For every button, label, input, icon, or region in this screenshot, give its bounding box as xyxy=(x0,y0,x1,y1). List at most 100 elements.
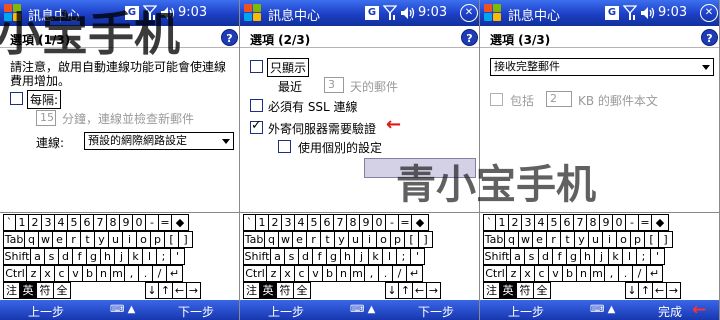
key-k[interactable]: k xyxy=(609,248,623,265)
key-i[interactable]: i xyxy=(603,231,617,248)
key-i[interactable]: i xyxy=(123,231,137,248)
key-o[interactable]: o xyxy=(377,231,391,248)
key-5[interactable]: 5 xyxy=(68,214,81,231)
key-0[interactable]: 0 xyxy=(373,214,386,231)
key-special-11[interactable]: ' xyxy=(651,248,665,265)
key-special-0[interactable]: 注 xyxy=(3,282,20,299)
clock[interactable]: 9:03 xyxy=(658,5,687,20)
key-special-6[interactable]: ← xyxy=(653,282,667,299)
key-special-0[interactable]: Shift xyxy=(243,248,271,265)
key-special-4[interactable]: ↓ xyxy=(625,282,639,299)
key-special-11[interactable]: [ xyxy=(405,231,419,248)
key-9[interactable]: 9 xyxy=(600,214,613,231)
ssl-checkbox[interactable] xyxy=(250,99,263,112)
clock[interactable]: 9:03 xyxy=(418,5,447,20)
key-n[interactable]: n xyxy=(97,265,111,282)
key-e[interactable]: e xyxy=(533,231,547,248)
key-v[interactable]: v xyxy=(549,265,563,282)
key-special-10[interactable]: ; xyxy=(397,248,411,265)
clock[interactable]: 9:03 xyxy=(178,5,207,20)
key-l[interactable]: l xyxy=(143,248,157,265)
key-f[interactable]: f xyxy=(313,248,327,265)
key-y[interactable]: y xyxy=(575,231,589,248)
key-6[interactable]: 6 xyxy=(321,214,334,231)
recent-days-input[interactable]: 3 xyxy=(324,77,344,93)
key-h[interactable]: h xyxy=(581,248,595,265)
every-label[interactable]: 每隔: xyxy=(26,90,62,109)
key-special-0[interactable]: Shift xyxy=(483,248,511,265)
key-special-12[interactable]: = xyxy=(639,214,652,231)
key-4[interactable]: 4 xyxy=(295,214,308,231)
key-special-0[interactable]: 注 xyxy=(483,282,500,299)
key-j[interactable]: j xyxy=(115,248,129,265)
key-v[interactable]: v xyxy=(69,265,83,282)
kb-input[interactable]: 2 xyxy=(546,91,572,107)
key-l[interactable]: l xyxy=(383,248,397,265)
back-softkey[interactable]: 上一步 xyxy=(508,303,544,320)
outgoing-auth-checkbox[interactable] xyxy=(250,118,263,134)
key-q[interactable]: q xyxy=(505,231,519,248)
key-special-11[interactable]: ' xyxy=(171,248,185,265)
every-minutes-input[interactable]: 15 xyxy=(36,110,56,126)
key-special-12[interactable]: ] xyxy=(419,231,433,248)
connection-dropdown[interactable]: 預設的網際網路設定 xyxy=(84,132,234,150)
key-special-10[interactable]: ; xyxy=(157,248,171,265)
key-n[interactable]: n xyxy=(337,265,351,282)
key-special-10[interactable]: ; xyxy=(637,248,651,265)
key-t[interactable]: t xyxy=(81,231,95,248)
key-special-11[interactable]: [ xyxy=(165,231,179,248)
key-special-6[interactable]: ← xyxy=(413,282,427,299)
key-r[interactable]: r xyxy=(67,231,81,248)
key-special-11[interactable]: ' xyxy=(411,248,425,265)
key-x[interactable]: x xyxy=(281,265,295,282)
volume-icon[interactable] xyxy=(640,5,656,21)
key-q[interactable]: q xyxy=(265,231,279,248)
key-special-5[interactable]: ↑ xyxy=(399,282,413,299)
key-1[interactable]: 1 xyxy=(496,214,509,231)
key-special-8[interactable]: , xyxy=(605,265,619,282)
key-m[interactable]: m xyxy=(351,265,365,282)
key-8[interactable]: 8 xyxy=(107,214,120,231)
key-special-13[interactable]: ◆ xyxy=(412,214,429,231)
key-m[interactable]: m xyxy=(111,265,125,282)
key-special-11[interactable]: - xyxy=(626,214,639,231)
key-special-9[interactable]: . xyxy=(139,265,153,282)
key-4[interactable]: 4 xyxy=(535,214,548,231)
download-dropdown[interactable]: 接收完整郵件 xyxy=(490,58,714,76)
key-special-4[interactable]: ↓ xyxy=(385,282,399,299)
key-p[interactable]: p xyxy=(631,231,645,248)
key-h[interactable]: h xyxy=(101,248,115,265)
key-q[interactable]: q xyxy=(25,231,39,248)
key-special-10[interactable]: / xyxy=(633,265,647,282)
key-special-8[interactable]: , xyxy=(365,265,379,282)
key-special-11[interactable]: - xyxy=(386,214,399,231)
key-special-10[interactable]: / xyxy=(153,265,167,282)
key-special-11[interactable]: ↵ xyxy=(167,265,183,282)
key-g[interactable]: g xyxy=(327,248,341,265)
key-z[interactable]: z xyxy=(27,265,41,282)
key-s[interactable]: s xyxy=(45,248,59,265)
back-softkey[interactable]: 上一步 xyxy=(28,303,64,320)
start-menu-icon[interactable] xyxy=(4,4,22,22)
key-8[interactable]: 8 xyxy=(347,214,360,231)
key-1[interactable]: 1 xyxy=(256,214,269,231)
key-special-3[interactable]: 全 xyxy=(54,282,71,299)
key-d[interactable]: d xyxy=(539,248,553,265)
key-special-5[interactable]: ↑ xyxy=(639,282,653,299)
key-7[interactable]: 7 xyxy=(94,214,107,231)
key-special-0[interactable]: 注 xyxy=(243,282,260,299)
key-a[interactable]: a xyxy=(511,248,525,265)
key-5[interactable]: 5 xyxy=(548,214,561,231)
only-show-label[interactable]: 只顯示 xyxy=(266,58,310,77)
key-a[interactable]: a xyxy=(31,248,45,265)
key-u[interactable]: u xyxy=(109,231,123,248)
keyboard-toggle-icon[interactable]: ⌨ ▲ xyxy=(110,304,135,315)
key-i[interactable]: i xyxy=(363,231,377,248)
key-special-11[interactable]: ↵ xyxy=(647,265,663,282)
only-show-checkbox[interactable] xyxy=(250,60,263,73)
key-c[interactable]: c xyxy=(295,265,309,282)
key-a[interactable]: a xyxy=(271,248,285,265)
key-c[interactable]: c xyxy=(535,265,549,282)
key-p[interactable]: p xyxy=(151,231,165,248)
key-t[interactable]: t xyxy=(321,231,335,248)
